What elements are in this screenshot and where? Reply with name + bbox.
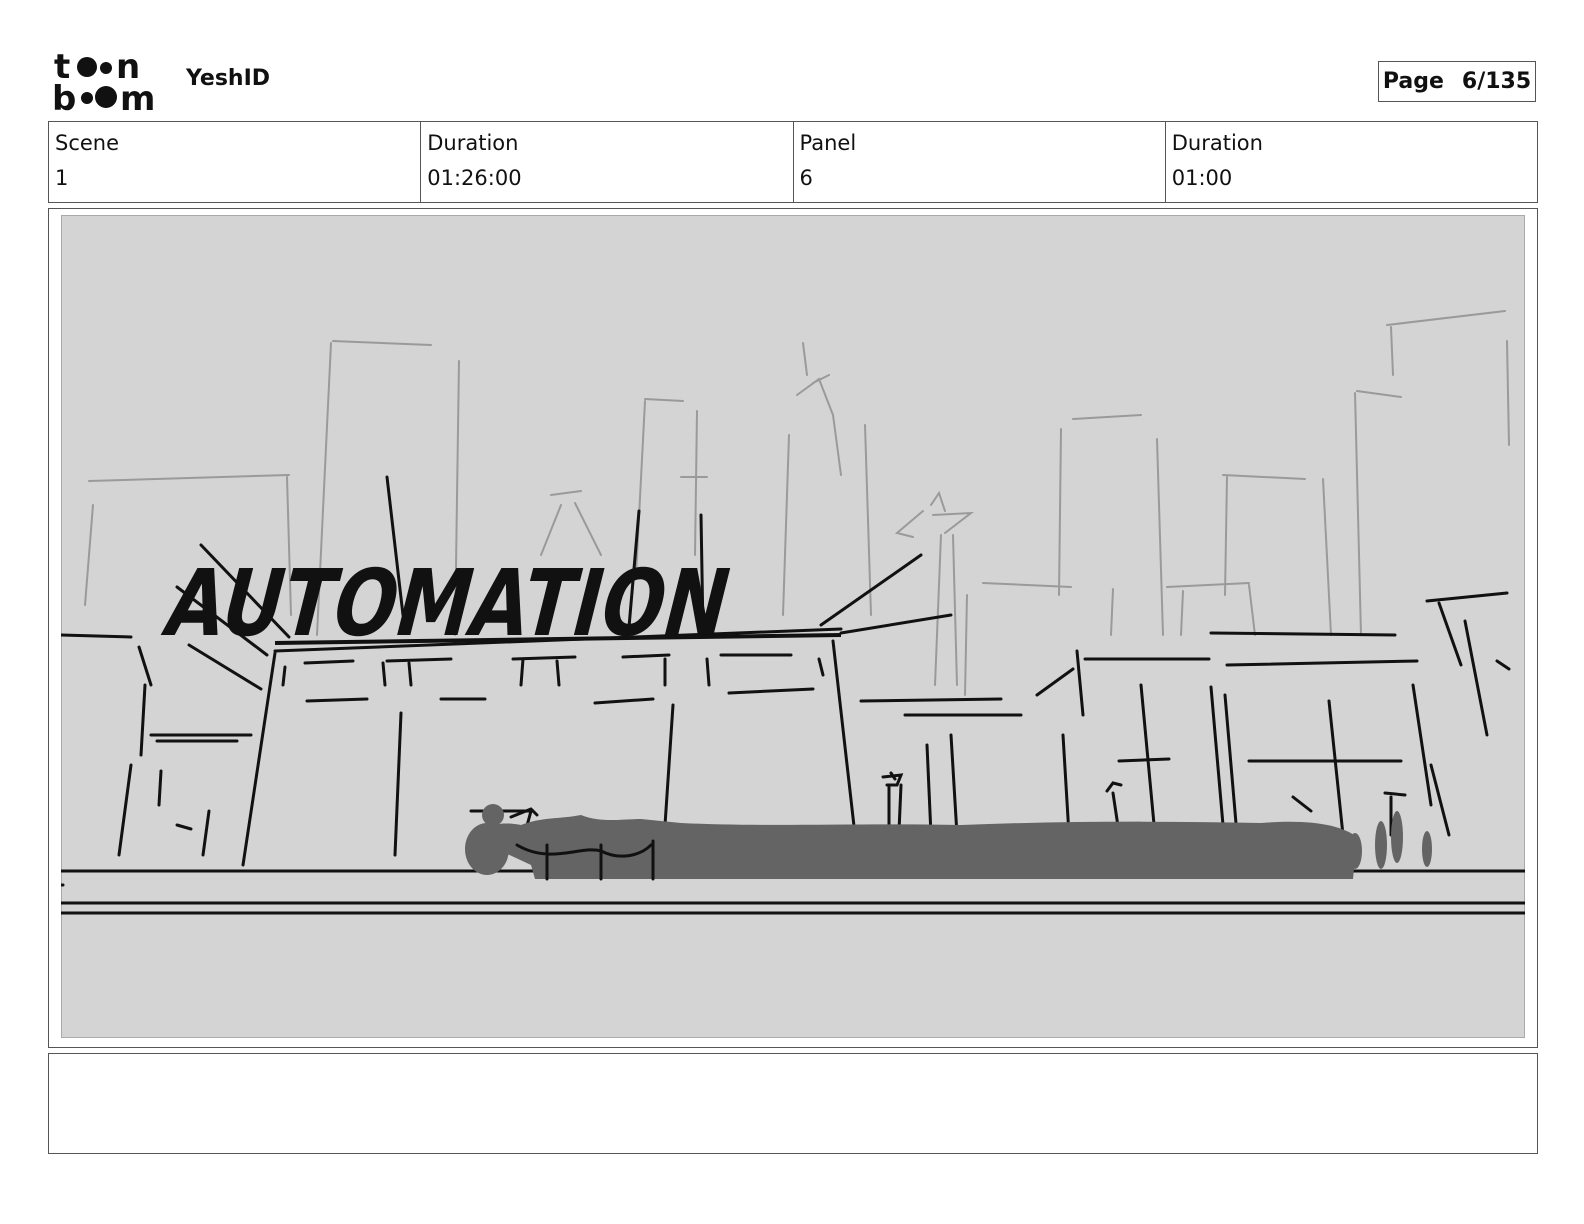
scene-duration-value: 01:26:00 bbox=[427, 166, 522, 190]
panel-duration-value: 01:00 bbox=[1171, 166, 1233, 190]
toon-boom-logo: t n b m bbox=[52, 50, 155, 112]
scene-label: Scene bbox=[55, 131, 120, 155]
scene-cell: Scene 1 bbox=[49, 122, 422, 202]
panel-value: 6 bbox=[799, 166, 813, 190]
storyboard-panel-sketch: AUTOMATION bbox=[61, 215, 1525, 1038]
panel-label: Panel bbox=[799, 131, 857, 155]
panel-info-table: Scene 1 Duration 01:26:00 Panel 6 Durati… bbox=[48, 121, 1538, 203]
panel-frame: AUTOMATION bbox=[48, 208, 1538, 1048]
page-label: Page bbox=[1382, 69, 1444, 94]
svg-text:b: b bbox=[52, 79, 76, 112]
project-name: YeshID bbox=[186, 66, 271, 91]
panel-cell: Panel 6 bbox=[794, 122, 1166, 202]
page-indicator: Page 6/135 bbox=[1378, 61, 1536, 102]
svg-text:m: m bbox=[120, 79, 155, 112]
scene-duration-label: Duration bbox=[427, 131, 519, 155]
panel-notes bbox=[48, 1053, 1538, 1154]
panel-duration-label: Duration bbox=[1171, 131, 1263, 155]
page-number: 6/135 bbox=[1461, 69, 1532, 94]
scene-value: 1 bbox=[55, 166, 69, 190]
panel-duration-cell: Duration 01:00 bbox=[1166, 122, 1537, 202]
scene-duration-cell: Duration 01:26:00 bbox=[421, 122, 794, 202]
